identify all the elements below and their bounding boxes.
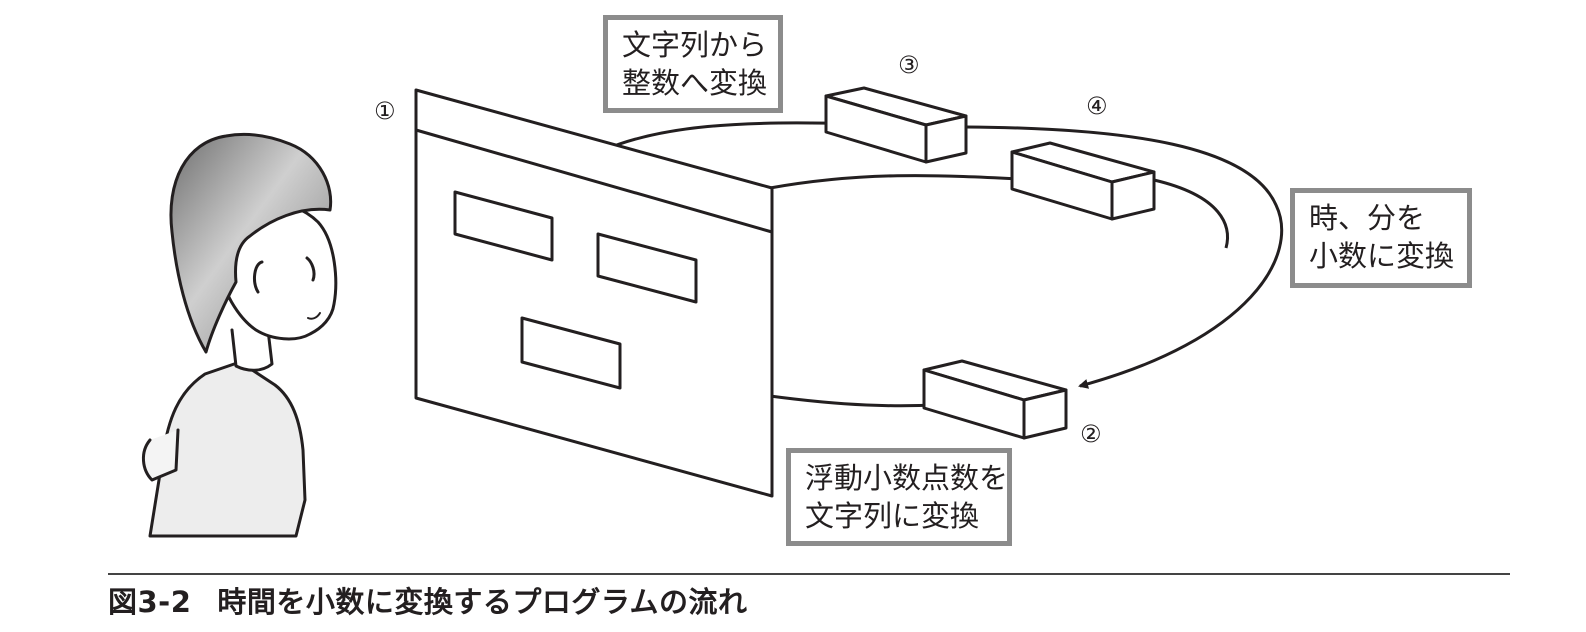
step-marker-2: ② bbox=[1080, 420, 1102, 448]
callout-string-to-integer: 文字列から 整数へ変換 bbox=[603, 15, 783, 113]
window-frame bbox=[414, 88, 774, 498]
callout-line: 整数へ変換 bbox=[622, 66, 768, 100]
callout-line: 文字列に変換 bbox=[805, 499, 980, 533]
callout-float-to-string: 浮動小数点数を 文字列に変換 bbox=[786, 448, 1012, 546]
callout-line: 浮動小数点数を bbox=[805, 461, 1009, 495]
loop-inner bbox=[1153, 178, 1229, 249]
callout-line: 時、分を bbox=[1309, 201, 1426, 235]
step-marker-4: ④ bbox=[1086, 92, 1108, 120]
process-box-2 bbox=[922, 359, 1068, 440]
callout-line: 小数に変換 bbox=[1309, 239, 1455, 273]
arrow-box3-to-box4-loop-bottom bbox=[769, 174, 1040, 190]
caption-divider bbox=[108, 573, 1510, 575]
process-box-4 bbox=[1010, 141, 1156, 221]
user-person-illustration bbox=[142, 132, 338, 538]
arrow-screen-to-box3 bbox=[603, 118, 860, 152]
person-sleeve bbox=[142, 428, 180, 482]
figure-title: 時間を小数に変換するプログラムの流れ bbox=[217, 585, 748, 619]
callout-line: 文字列から bbox=[622, 28, 768, 62]
app-window bbox=[414, 88, 774, 498]
step-marker-3: ③ bbox=[898, 51, 920, 79]
callout-hours-minutes-to-decimal: 時、分を 小数に変換 bbox=[1290, 188, 1472, 288]
process-box-3 bbox=[824, 86, 968, 164]
figure-caption: 図3-2 時間を小数に変換するプログラムの流れ bbox=[108, 584, 748, 620]
figure-number: 図3-2 bbox=[108, 585, 192, 619]
step-marker-1: ① bbox=[374, 97, 396, 125]
